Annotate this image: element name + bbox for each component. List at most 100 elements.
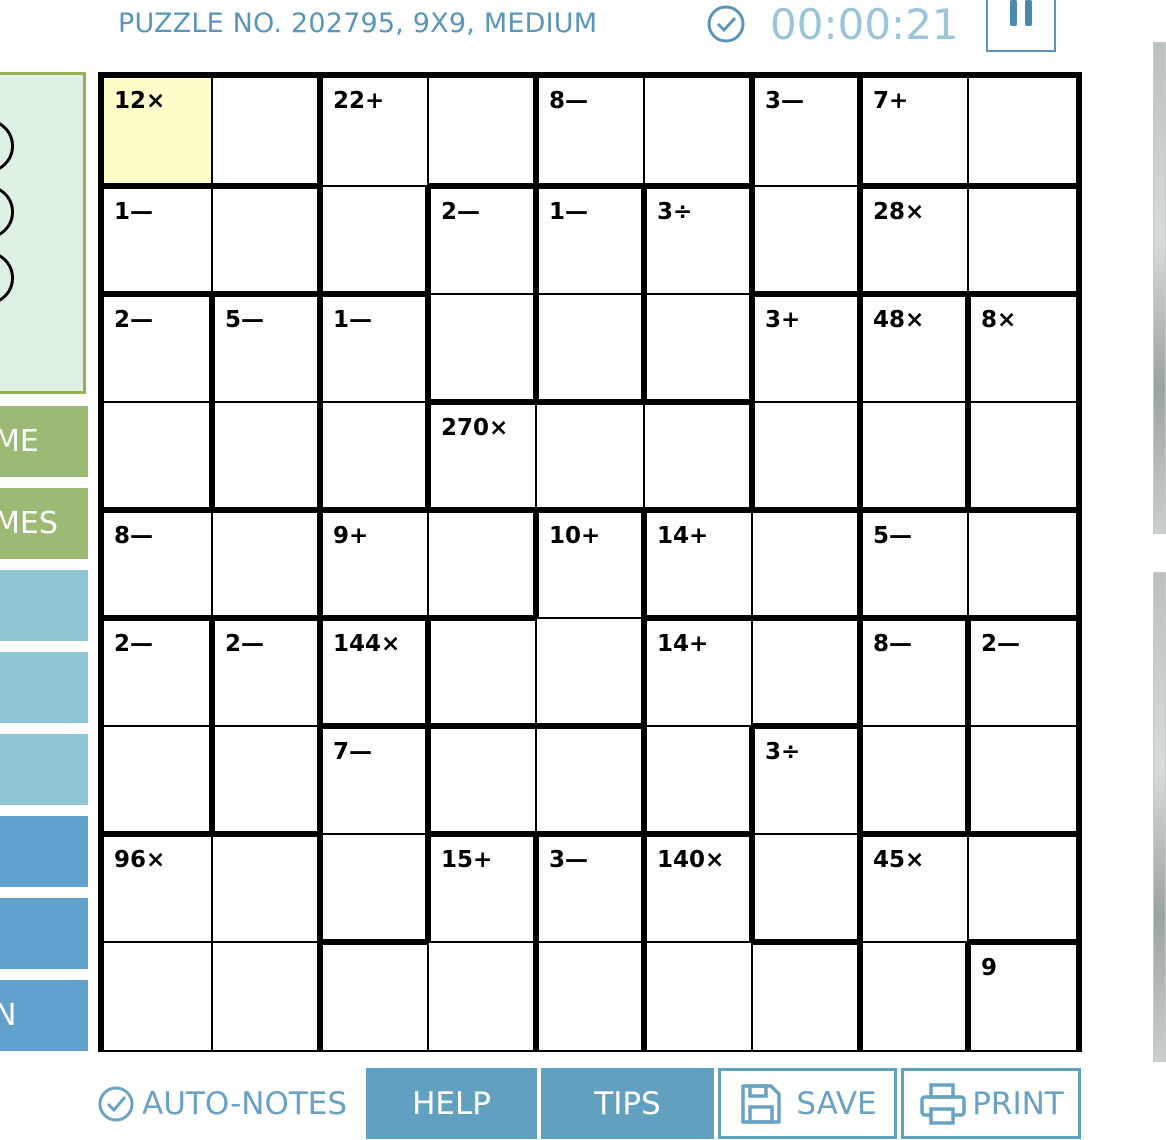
grid-cell[interactable] <box>971 727 1076 831</box>
grid-cell[interactable] <box>215 727 317 831</box>
grid-cell[interactable] <box>213 78 317 183</box>
ad-image[interactable] <box>1153 42 1166 534</box>
grid-cell[interactable] <box>537 619 641 723</box>
grid-cell[interactable]: 9 <box>971 945 1076 1050</box>
grid-cell[interactable]: 14+ <box>647 621 751 725</box>
grid-cell[interactable] <box>969 189 1076 291</box>
grid-cell[interactable]: 8— <box>863 621 965 725</box>
grid-cell[interactable] <box>104 403 209 507</box>
grid-cell[interactable]: 48× <box>863 297 965 401</box>
grid-cell[interactable]: 8— <box>539 78 643 183</box>
pause-button[interactable] <box>986 0 1056 52</box>
print-button[interactable]: PRINT <box>901 1068 1081 1139</box>
grid-cell[interactable]: 3+ <box>755 297 857 401</box>
grid-cell[interactable]: 28× <box>863 189 967 291</box>
grid-cell[interactable] <box>431 621 535 723</box>
sidebar-button[interactable] <box>0 898 88 969</box>
auto-notes-toggle[interactable]: AUTO-NOTES <box>96 1068 358 1139</box>
grid-cell[interactable]: 45× <box>863 837 967 941</box>
grid-cell[interactable] <box>863 403 965 507</box>
grid-cell[interactable]: 3÷ <box>647 189 749 293</box>
grid-cell[interactable]: 5— <box>215 297 317 401</box>
grid-cell[interactable] <box>215 403 317 507</box>
grid-cell[interactable] <box>213 513 317 615</box>
grid-cell[interactable]: 2— <box>104 297 209 401</box>
grid-cell[interactable] <box>323 187 425 291</box>
grid-cell[interactable]: 3— <box>755 78 857 185</box>
sidebar-button[interactable] <box>0 734 88 805</box>
grid-cell[interactable]: 96× <box>104 837 211 941</box>
grid-cell[interactable]: 8× <box>971 297 1076 401</box>
grid-cell[interactable] <box>969 837 1076 939</box>
grid-cell[interactable]: 22+ <box>323 78 427 185</box>
grid-cell[interactable] <box>104 727 209 831</box>
grid-cell[interactable]: 2— <box>215 621 317 725</box>
sidebar-button-games[interactable]: MES <box>0 488 88 559</box>
grid-cell[interactable] <box>645 78 749 183</box>
grid-cell[interactable] <box>213 943 317 1050</box>
grid-cell[interactable] <box>753 621 857 723</box>
grid-cell[interactable] <box>537 729 641 831</box>
grid-cell[interactable] <box>971 403 1076 507</box>
grid-cell[interactable] <box>969 78 1076 183</box>
grid-cell[interactable]: 15+ <box>431 837 533 941</box>
grid-cell[interactable] <box>863 727 965 831</box>
grid-cell[interactable] <box>323 835 425 939</box>
grid-cell[interactable]: 10+ <box>539 513 641 617</box>
grid-cell[interactable]: 14+ <box>647 513 751 615</box>
grid-cell[interactable]: 8— <box>104 513 211 615</box>
sidebar-button-game[interactable]: ME <box>0 406 88 477</box>
grid-cell[interactable]: 2— <box>431 189 533 293</box>
grid-cell[interactable]: 1— <box>104 189 211 291</box>
grid-cell[interactable] <box>431 729 535 831</box>
grid-cell[interactable] <box>645 405 749 507</box>
sidebar-button-sign-in[interactable]: N <box>0 980 88 1051</box>
grid-cell[interactable] <box>431 295 533 399</box>
grid-cell[interactable]: 140× <box>647 837 749 941</box>
grid-cell[interactable] <box>323 403 425 507</box>
grid-cell[interactable]: 2— <box>971 621 1076 725</box>
check-circle-icon[interactable] <box>706 4 746 44</box>
grid-cell[interactable]: 1— <box>539 189 641 293</box>
grid-cell[interactable] <box>753 945 857 1050</box>
sidebar-button[interactable] <box>0 816 88 887</box>
grid-cell[interactable]: 9+ <box>323 513 427 615</box>
grid-cell[interactable]: 3— <box>539 837 641 941</box>
sidebar-button[interactable] <box>0 652 88 723</box>
grid-cell[interactable] <box>755 187 857 291</box>
grid-cell[interactable] <box>647 295 749 399</box>
grid-cell[interactable] <box>647 727 749 831</box>
grid-cell[interactable]: 3÷ <box>755 729 857 833</box>
tips-button[interactable]: TIPS <box>541 1068 714 1139</box>
grid-cell[interactable] <box>213 837 317 941</box>
grid-cell[interactable] <box>429 513 533 615</box>
grid-cell[interactable]: 1— <box>323 297 425 401</box>
grid-cell[interactable]: 2— <box>104 621 209 725</box>
grid-cell[interactable]: 5— <box>863 513 967 615</box>
ad-image[interactable] <box>1153 572 1166 1062</box>
grid-cell[interactable] <box>969 513 1076 615</box>
grid-cell[interactable] <box>647 943 751 1050</box>
grid-cell[interactable] <box>539 943 641 1050</box>
grid-cell[interactable] <box>539 295 641 399</box>
grid-cell[interactable]: 7— <box>323 729 425 833</box>
grid-cell[interactable]: 7+ <box>863 78 967 183</box>
grid-cell[interactable] <box>429 943 533 1050</box>
grid-cell[interactable] <box>755 403 857 507</box>
grid-cell[interactable]: 12× <box>104 78 211 183</box>
cage-clue: 7— <box>333 739 373 765</box>
timer: 00:00:21 <box>770 0 959 49</box>
grid-cell[interactable] <box>537 405 643 507</box>
grid-cell[interactable] <box>323 945 427 1050</box>
help-button[interactable]: HELP <box>366 1068 537 1139</box>
grid-cell[interactable] <box>213 189 317 291</box>
grid-cell[interactable]: 270× <box>431 405 535 507</box>
grid-cell[interactable]: 144× <box>323 621 425 723</box>
grid-cell[interactable] <box>429 78 533 183</box>
grid-cell[interactable] <box>104 943 211 1050</box>
grid-cell[interactable] <box>753 513 857 615</box>
save-button[interactable]: SAVE <box>718 1068 897 1139</box>
grid-cell[interactable] <box>755 835 857 939</box>
sidebar-button[interactable] <box>0 570 88 641</box>
grid-cell[interactable] <box>863 943 965 1050</box>
